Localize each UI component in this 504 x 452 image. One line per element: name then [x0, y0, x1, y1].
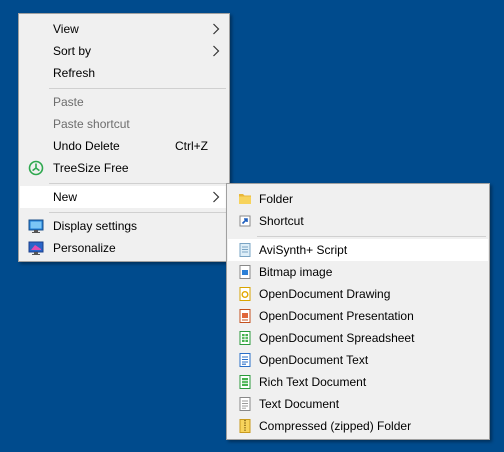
- menu-item-undo-delete[interactable]: Undo Delete Ctrl+Z: [20, 135, 228, 157]
- menu-item-new[interactable]: New: [20, 186, 228, 208]
- menu-item-label: Undo Delete: [53, 139, 120, 153]
- new-item-folder[interactable]: Folder: [228, 188, 488, 210]
- new-item-text-document[interactable]: Text Document: [228, 393, 488, 415]
- menu-item-label: View: [53, 22, 79, 36]
- menu-item-label: Display settings: [53, 219, 138, 233]
- new-item-shortcut[interactable]: Shortcut: [228, 210, 488, 232]
- menu-item-label: Bitmap image: [259, 265, 333, 279]
- menu-separator: [49, 212, 226, 213]
- rtf-icon: [239, 375, 251, 389]
- menu-item-label: AviSynth+ Script: [259, 243, 348, 257]
- menu-item-label: Rich Text Document: [259, 375, 367, 389]
- menu-item-label: OpenDocument Presentation: [259, 309, 414, 323]
- new-item-compressed-folder[interactable]: Compressed (zipped) Folder: [228, 415, 488, 437]
- menu-item-label: New: [53, 190, 78, 204]
- avisynth-script-icon: [239, 243, 251, 257]
- new-item-bitmap-image[interactable]: Bitmap image: [228, 261, 488, 283]
- ods-icon: [239, 331, 251, 345]
- menu-item-label: TreeSize Free: [53, 161, 129, 175]
- menu-item-label: Refresh: [53, 66, 96, 80]
- menu-separator: [257, 236, 486, 237]
- desktop-context-menu: View Sort by Refresh Paste Paste shortcu…: [18, 13, 230, 262]
- bitmap-icon: [239, 265, 251, 279]
- odt-icon: [239, 353, 251, 367]
- new-item-opendocument-text[interactable]: OpenDocument Text: [228, 349, 488, 371]
- menu-item-label: Paste shortcut: [53, 117, 130, 131]
- menu-item-treesize-free[interactable]: TreeSize Free: [20, 157, 228, 179]
- treesize-icon: [28, 160, 44, 176]
- menu-item-refresh[interactable]: Refresh: [20, 62, 228, 84]
- menu-item-label: OpenDocument Text: [259, 353, 369, 367]
- menu-item-label: Sort by: [53, 44, 92, 58]
- menu-item-sort-by[interactable]: Sort by: [20, 40, 228, 62]
- menu-item-paste[interactable]: Paste: [20, 91, 228, 113]
- display-icon: [28, 219, 44, 233]
- menu-separator: [49, 88, 226, 89]
- menu-item-label: OpenDocument Drawing: [259, 287, 391, 301]
- menu-item-label: Compressed (zipped) Folder: [259, 419, 412, 433]
- new-item-rich-text-document[interactable]: Rich Text Document: [228, 371, 488, 393]
- menu-item-personalize[interactable]: Personalize: [20, 237, 228, 259]
- odp-icon: [239, 309, 251, 323]
- new-item-opendocument-spreadsheet[interactable]: OpenDocument Spreadsheet: [228, 327, 488, 349]
- menu-item-label: OpenDocument Spreadsheet: [259, 331, 415, 345]
- odg-icon: [239, 287, 251, 301]
- menu-item-display-settings[interactable]: Display settings: [20, 215, 228, 237]
- shortcut-icon: [239, 215, 251, 227]
- chevron-right-icon: [213, 45, 220, 57]
- menu-item-label: Folder: [259, 192, 294, 206]
- desktop[interactable]: { "desktop_menu": { "items": [ {"label":…: [0, 0, 504, 452]
- personalize-icon: [28, 241, 44, 255]
- chevron-right-icon: [213, 191, 220, 203]
- new-item-opendocument-presentation[interactable]: OpenDocument Presentation: [228, 305, 488, 327]
- menu-item-label: Paste: [53, 95, 84, 109]
- menu-separator: [49, 183, 226, 184]
- menu-item-view[interactable]: View: [20, 18, 228, 40]
- folder-icon: [239, 194, 251, 204]
- shortcut-text: Ctrl+Z: [175, 139, 208, 153]
- zip-folder-icon: [239, 419, 251, 433]
- new-item-opendocument-drawing[interactable]: OpenDocument Drawing: [228, 283, 488, 305]
- menu-item-label: Text Document: [259, 397, 340, 411]
- txt-icon: [239, 397, 251, 411]
- new-submenu: Folder Shortcut AviSynth+ Script Bitmap …: [226, 183, 490, 440]
- menu-item-label: Personalize: [53, 241, 116, 255]
- menu-item-paste-shortcut[interactable]: Paste shortcut: [20, 113, 228, 135]
- new-item-avisynth-script[interactable]: AviSynth+ Script: [228, 239, 488, 261]
- chevron-right-icon: [213, 23, 220, 35]
- menu-item-label: Shortcut: [259, 214, 304, 228]
